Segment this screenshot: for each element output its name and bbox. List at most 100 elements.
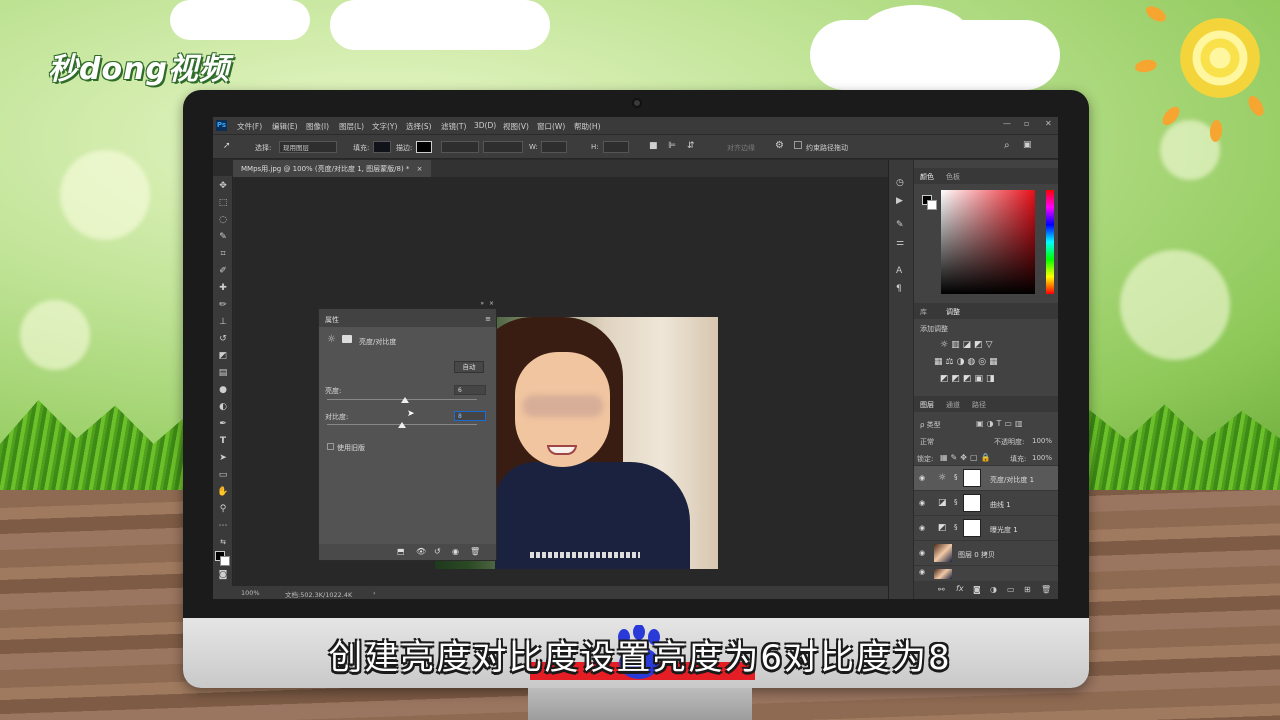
layer-row[interactable]: ◉ ◩ § 曝光度 1	[914, 515, 1058, 540]
delete-adjustment-icon[interactable]: 🗑	[470, 547, 480, 556]
visibility-eye-icon[interactable]: ◉	[919, 524, 925, 532]
actions-panel-icon[interactable]: ▶	[896, 196, 903, 206]
minimize-button[interactable]: —	[1003, 119, 1011, 128]
eraser-tool-icon[interactable]: ◩	[217, 350, 229, 362]
menu-edit[interactable]: 编辑(E)	[272, 121, 298, 132]
zoom-tool-icon[interactable]: ⚲	[217, 503, 229, 515]
menu-layer[interactable]: 图层(L)	[339, 121, 364, 132]
history-brush-icon[interactable]: ↺	[217, 333, 229, 345]
type-tool-icon[interactable]: T	[217, 435, 229, 447]
quick-mask-icon[interactable]: ◙	[217, 569, 229, 581]
layer-mask-thumbnail[interactable]	[963, 519, 981, 537]
blur-tool-icon[interactable]: ●	[217, 384, 229, 396]
collapse-icon[interactable]: »	[480, 300, 484, 307]
legacy-checkbox[interactable]	[327, 443, 334, 450]
add-mask-icon[interactable]: ◙	[973, 585, 981, 594]
close-tab-icon[interactable]: ×	[417, 165, 423, 173]
menu-image[interactable]: 图像(I)	[306, 121, 329, 132]
menu-file[interactable]: 文件(F)	[237, 121, 262, 132]
stroke-width-field[interactable]	[441, 141, 479, 153]
fill-swatch[interactable]	[373, 141, 391, 153]
marquee-tool-icon[interactable]: ⬚	[217, 197, 229, 209]
background-color-swatch[interactable]	[220, 556, 230, 566]
menu-filter[interactable]: 滤镜(T)	[441, 121, 466, 132]
character-panel-icon[interactable]: A	[896, 266, 902, 276]
menu-window[interactable]: 窗口(W)	[537, 121, 565, 132]
new-layer-icon[interactable]: ⊞	[1024, 585, 1031, 594]
brightness-slider-handle[interactable]	[401, 397, 409, 403]
search-icon[interactable]: ⌕	[1004, 140, 1010, 151]
width-field[interactable]	[541, 141, 567, 153]
move-tool-preset-icon[interactable]: ➚	[223, 141, 231, 151]
adjustment-icons-row-3[interactable]: ◩◩◩▣◨	[940, 374, 998, 384]
pen-tool-icon[interactable]: ✒	[217, 418, 229, 430]
tab-channels[interactable]: 通道	[946, 400, 960, 410]
path-align-icon[interactable]: ⊫	[668, 141, 676, 151]
layer-photo-thumbnail[interactable]	[934, 569, 952, 579]
chain-link-icon[interactable]: §	[954, 473, 958, 481]
chain-link-icon[interactable]: §	[954, 498, 958, 506]
document-tab[interactable]: MMps用.jpg @ 100% (亮度/对比度 1, 图层蒙版/8) * ×	[233, 160, 431, 177]
hand-tool-icon[interactable]: ✋	[217, 486, 229, 498]
layer-name[interactable]: 图层 0 拷贝	[958, 550, 995, 560]
eyedropper-tool-icon[interactable]: ✐	[217, 265, 229, 277]
tab-layers[interactable]: 图层	[920, 400, 934, 410]
layer-name[interactable]: 曲线 1	[990, 500, 1011, 510]
delete-layer-icon[interactable]: 🗑	[1041, 585, 1051, 594]
settings-gear-icon[interactable]: ⚙	[775, 140, 784, 151]
visibility-eye-icon[interactable]: ◉	[919, 499, 925, 507]
gradient-tool-icon[interactable]: ▤	[217, 367, 229, 379]
panel-menu-icon[interactable]: ≡	[485, 315, 491, 323]
layer-photo-thumbnail[interactable]	[934, 544, 952, 562]
new-group-icon[interactable]: ▭	[1007, 585, 1015, 594]
stroke-swatch[interactable]	[416, 141, 432, 153]
layer-style-icon[interactable]: fx	[956, 584, 964, 593]
constrain-path-checkbox[interactable]	[794, 141, 802, 149]
restore-button[interactable]: ▫	[1024, 119, 1029, 128]
link-layers-icon[interactable]: ⚯	[938, 585, 945, 594]
blend-mode-dropdown[interactable]: 正常	[920, 437, 934, 447]
tab-adjustments[interactable]: 调整	[946, 307, 960, 317]
opacity-value[interactable]: 100%	[1032, 437, 1052, 445]
layer-row[interactable]: ◉ ◪ § 曲线 1	[914, 490, 1058, 515]
height-field[interactable]	[603, 141, 629, 153]
contrast-input[interactable]: 8	[454, 411, 486, 421]
healing-brush-icon[interactable]: ✚	[217, 282, 229, 294]
workspace-icon[interactable]: ▣	[1023, 140, 1032, 150]
align-edges-label[interactable]: 对齐边缘	[727, 143, 755, 153]
menu-help[interactable]: 帮助(H)	[574, 121, 601, 132]
layer-row[interactable]: ◉ ☼ § 亮度/对比度 1	[914, 465, 1058, 490]
quick-select-tool-icon[interactable]: ✎	[217, 231, 229, 243]
path-ops-icon[interactable]: ■	[649, 141, 658, 151]
status-arrow-icon[interactable]: ›	[373, 589, 376, 597]
stamp-tool-icon[interactable]: ⊥	[217, 316, 229, 328]
brush-settings-icon[interactable]: ✎	[896, 220, 904, 230]
close-panel-icon[interactable]: ×	[489, 300, 494, 307]
menu-view[interactable]: 视图(V)	[503, 121, 529, 132]
toggle-visibility-icon[interactable]: ◉	[452, 547, 459, 556]
adjustment-icons-row-2[interactable]: ▦⚖◑◍◎▦	[934, 357, 1001, 367]
layer-mask-thumbnail[interactable]	[963, 494, 981, 512]
close-button[interactable]: ✕	[1045, 119, 1052, 128]
stroke-type-dropdown[interactable]	[483, 141, 523, 153]
fill-value[interactable]: 100%	[1032, 454, 1052, 462]
layer-filter-icons[interactable]: ▣◑T▭▥	[976, 419, 1026, 428]
menu-type[interactable]: 文字(Y)	[372, 121, 397, 132]
auto-button[interactable]: 自动	[454, 361, 484, 373]
dodge-tool-icon[interactable]: ◐	[217, 401, 229, 413]
swap-colors-icon[interactable]: ⇆	[217, 536, 229, 548]
menu-3d[interactable]: 3D(D)	[474, 121, 496, 130]
zoom-level[interactable]: 100%	[241, 589, 260, 597]
layer-row[interactable]: ◉ 图层 0 拷贝	[914, 540, 1058, 565]
brush-tool-icon[interactable]: ✏	[217, 299, 229, 311]
properties-header[interactable]: 属性 ≡	[319, 309, 496, 327]
clip-to-layer-icon[interactable]: ⬒	[397, 547, 405, 556]
move-tool-icon[interactable]: ✥	[217, 180, 229, 192]
path-arrange-icon[interactable]: ⇵	[687, 141, 695, 151]
adjustment-icons-row-1[interactable]: ☼▥◪◩▽	[940, 340, 996, 350]
shape-tool-icon[interactable]: ▭	[217, 469, 229, 481]
tab-paths[interactable]: 路径	[972, 400, 986, 410]
layer-row-partial[interactable]: ◉	[914, 565, 1058, 579]
chain-link-icon[interactable]: §	[954, 523, 958, 531]
brush-presets-icon[interactable]: ⚌	[896, 238, 904, 248]
